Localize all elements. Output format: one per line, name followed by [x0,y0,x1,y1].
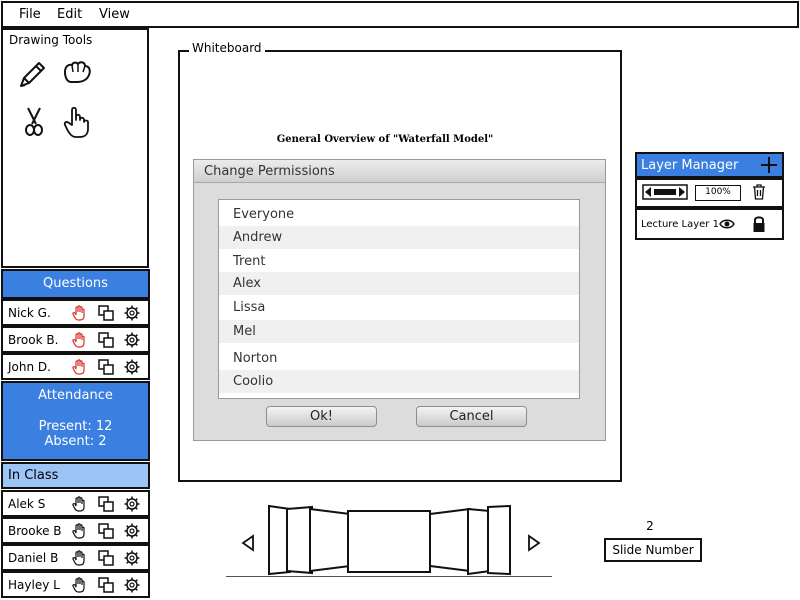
whiteboard-heading: General Overview of "Waterfall Model" [276,134,494,145]
slide-number-label[interactable]: Slide Number [604,538,702,562]
zoom-field[interactable]: 100% [695,185,741,201]
layer-name: Lecture Layer 1 [641,219,719,230]
slide-thumbnails[interactable] [260,500,540,580]
menu-view[interactable]: View [99,7,130,22]
permission-item-norton[interactable]: Norton [219,347,579,370]
questions-header[interactable]: Questions [1,269,150,299]
scissors-icon[interactable] [17,105,51,139]
layer-row[interactable]: Lecture Layer 1 [635,208,784,240]
menu-edit[interactable]: Edit [57,7,82,22]
attendance-present: Present: 12 [38,419,113,434]
question-row-nick[interactable]: Nick G. [1,299,150,326]
trash-icon[interactable] [751,183,767,201]
eye-icon[interactable] [719,217,735,231]
gear-icon[interactable] [124,332,140,348]
drawing-tools-panel: Drawing Tools [1,28,149,268]
hand-icon[interactable] [71,577,87,593]
dialog-title-bar[interactable]: Change Permissions [194,160,605,183]
gear-icon[interactable] [124,305,140,321]
permission-item-lissa[interactable]: Lissa [219,296,579,319]
ok-button[interactable]: Ok! [266,406,377,427]
student-name: John D. [8,360,51,374]
gear-icon[interactable] [124,496,140,512]
attendance-absent: Absent: 2 [44,434,107,449]
attendance-panel: Attendance Present: 12 Absent: 2 [1,381,150,461]
copy-icon[interactable] [98,496,114,512]
permission-item-trent[interactable]: Trent [219,250,579,273]
next-slide-icon[interactable] [527,534,541,552]
question-row-john[interactable]: John D. [1,353,150,380]
hand-icon[interactable] [71,523,87,539]
layer-manager-header: Layer Manager [635,152,784,178]
gear-icon[interactable] [124,359,140,375]
question-row-brook[interactable]: Brook B. [1,326,150,353]
copy-icon[interactable] [98,305,114,321]
permission-item-mel[interactable]: Mel [219,320,579,343]
copy-icon[interactable] [98,550,114,566]
student-name: Brooke B [8,524,62,538]
raised-hand-icon[interactable] [71,305,87,321]
in-class-header[interactable]: In Class [1,462,150,489]
layer-manager-title: Layer Manager [641,158,739,173]
prev-slide-icon[interactable] [241,534,255,552]
pencil-icon[interactable] [15,58,49,92]
permission-item-everyone[interactable]: Everyone [219,203,579,226]
permission-item-coolio[interactable]: Coolio [219,370,579,393]
gear-icon[interactable] [124,577,140,593]
gear-icon[interactable] [124,550,140,566]
raised-hand-icon[interactable] [71,359,87,375]
attendance-title: Attendance [38,388,113,403]
in-class-row-alek[interactable]: Alek S [1,490,150,517]
menu-bar: File Edit View [1,1,799,28]
gear-icon[interactable] [124,523,140,539]
copy-icon[interactable] [98,359,114,375]
copy-icon[interactable] [98,523,114,539]
student-name: Alek S [8,497,46,511]
menu-file[interactable]: File [19,7,41,22]
whiteboard-label: Whiteboard [189,41,265,55]
in-class-row-daniel[interactable]: Daniel B [1,544,150,571]
permissions-list[interactable]: Everyone Andrew Trent Alex Lissa Mel Nor… [218,199,580,399]
student-name: Hayley L [8,578,60,592]
permission-item-andrew[interactable]: Andrew [219,226,579,249]
change-permissions-dialog: Change Permissions Everyone Andrew Trent… [193,159,606,441]
hand-icon[interactable] [71,550,87,566]
hand-icon[interactable] [71,496,87,512]
in-class-row-hayley[interactable]: Hayley L [1,571,150,598]
copy-icon[interactable] [98,332,114,348]
cancel-button[interactable]: Cancel [416,406,527,427]
student-name: Brook B. [8,333,59,347]
copy-icon[interactable] [98,577,114,593]
student-name: Nick G. [8,306,51,320]
lock-icon[interactable] [752,215,766,233]
glove-icon[interactable] [60,58,94,92]
in-class-row-brooke[interactable]: Brooke B [1,517,150,544]
filmstrip-divider [226,576,552,577]
layer-manager-toolbar: 100% [635,178,784,208]
raised-hand-icon[interactable] [71,332,87,348]
add-layer-icon[interactable] [760,156,778,174]
permission-item-alex[interactable]: Alex [219,272,579,295]
hand-pointer-icon[interactable] [60,105,94,139]
student-name: Daniel B [8,551,59,565]
drawing-tools-title: Drawing Tools [9,33,93,47]
slide-number-value: 2 [646,519,654,533]
dialog-title: Change Permissions [204,164,335,179]
opacity-slider[interactable] [642,184,688,200]
